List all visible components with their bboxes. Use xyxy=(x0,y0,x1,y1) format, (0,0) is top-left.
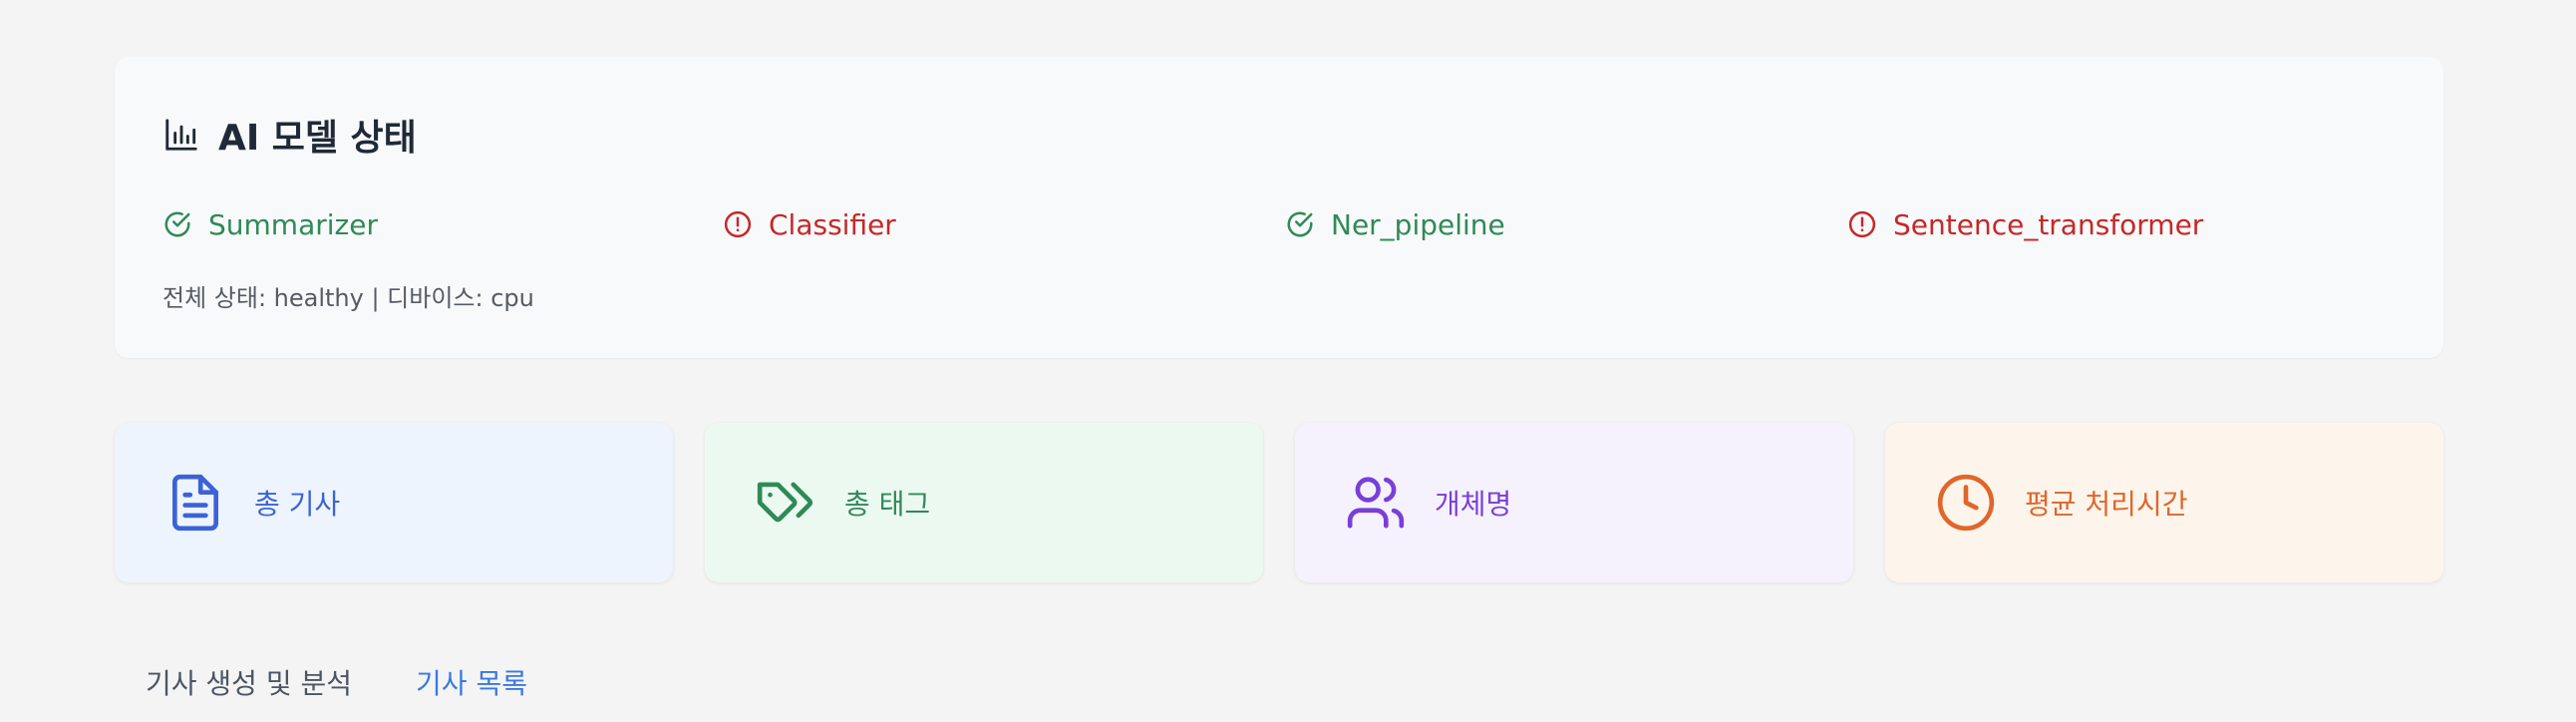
check-circle-icon xyxy=(1285,209,1315,239)
model-item-ner-pipeline: Ner_pipeline xyxy=(1285,202,1505,246)
model-item-sentence-transformer: Sentence_transformer xyxy=(1847,202,2203,246)
panel-title: AI 모델 상태 xyxy=(218,118,417,159)
model-item-classifier: Classifier xyxy=(723,202,896,246)
model-item-summarizer: Summarizer xyxy=(162,202,378,246)
bar-chart-icon xyxy=(162,116,200,154)
tab-generate-analyze[interactable]: 기사 생성 및 분석 xyxy=(146,662,352,702)
model-name: Summarizer xyxy=(208,207,378,241)
users-icon xyxy=(1345,472,1407,534)
model-list: Summarizer Classifier Ner_pipeline Sente… xyxy=(162,202,2396,246)
model-name: Classifier xyxy=(769,207,896,241)
tab-article-list[interactable]: 기사 목록 xyxy=(416,662,527,702)
stat-card-avg-time: 평균 처리시간 xyxy=(1885,423,2443,582)
tags-icon xyxy=(755,472,816,534)
document-icon xyxy=(164,472,226,534)
stat-label: 총 태그 xyxy=(844,488,931,521)
alert-circle-icon xyxy=(1847,209,1877,239)
stat-card-tags: 총 태그 xyxy=(705,423,1263,582)
alert-circle-icon xyxy=(723,209,753,239)
stat-label: 총 기사 xyxy=(254,488,341,521)
tab-bar: 기사 생성 및 분석 기사 목록 xyxy=(146,662,527,702)
stat-card-entities: 개체명 xyxy=(1295,423,1853,582)
overall-status-text: 전체 상태: healthy | 디바이스: cpu xyxy=(162,284,534,312)
model-name: Ner_pipeline xyxy=(1331,207,1505,241)
check-circle-icon xyxy=(162,209,192,239)
clock-icon xyxy=(1935,472,1997,534)
stat-card-articles: 총 기사 xyxy=(115,423,673,582)
model-name: Sentence_transformer xyxy=(1893,207,2204,241)
panel-header: AI 모델 상태 xyxy=(162,109,417,161)
stat-label: 평균 처리시간 xyxy=(2025,488,2188,521)
model-status-panel: AI 모델 상태 Summarizer Classifier Ner_pipel… xyxy=(115,57,2443,358)
stat-label: 개체명 xyxy=(1435,488,1512,521)
